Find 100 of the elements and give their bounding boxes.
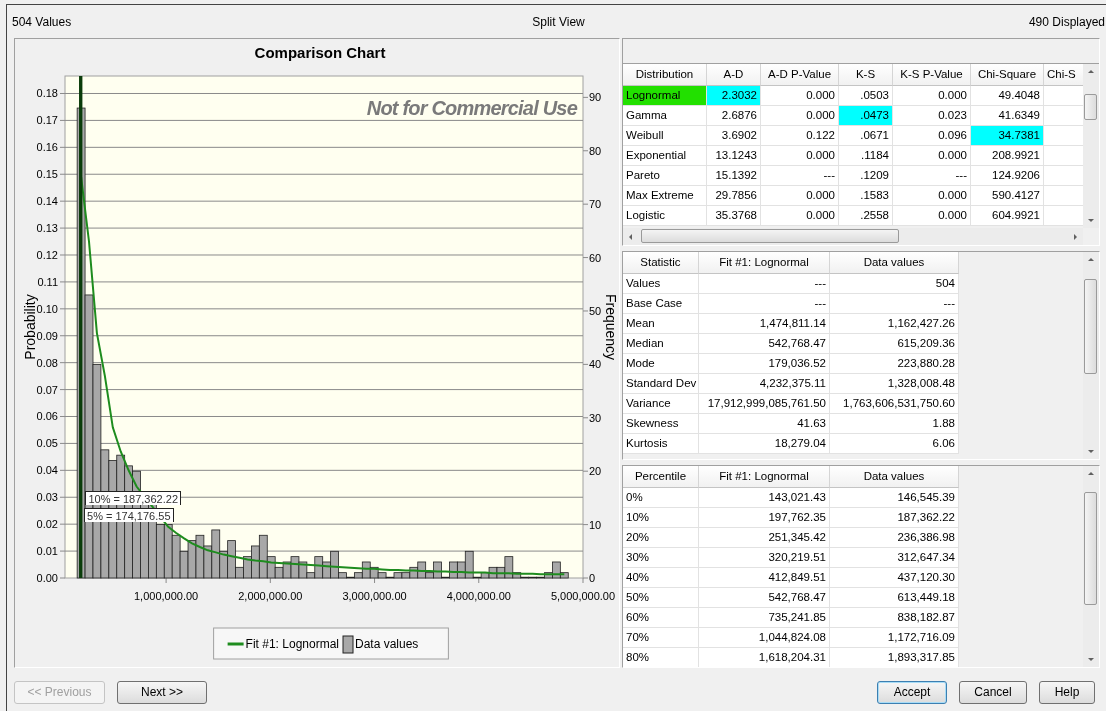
- row-label[interactable]: Exponential: [623, 146, 707, 166]
- table-cell: 197,762.35: [699, 508, 830, 528]
- table-cell: 0.000: [761, 106, 839, 126]
- histogram-bar: [282, 561, 292, 579]
- table-cell: 0.000: [893, 206, 971, 226]
- row-label: Mode: [623, 354, 699, 374]
- vertical-scrollbar[interactable]: [1083, 466, 1099, 667]
- row-label: Variance: [623, 394, 699, 414]
- row-label[interactable]: Logistic: [623, 206, 707, 226]
- column-header[interactable]: Fit #1: Lognormal: [699, 252, 830, 274]
- row-label[interactable]: Max Extreme: [623, 186, 707, 206]
- column-header[interactable]: A-D: [707, 64, 761, 86]
- column-header[interactable]: Chi-Square: [971, 64, 1044, 86]
- table-cell: 41.63: [699, 414, 830, 434]
- table-cell: 208.9921: [971, 146, 1044, 166]
- axis-tick-label: 0.06: [36, 410, 58, 423]
- table-cell: 0.023: [893, 106, 971, 126]
- axis-tick-label: 80: [589, 144, 602, 157]
- table-cell: 615,209.36: [830, 334, 959, 354]
- scroll-down-icon[interactable]: [1088, 219, 1094, 222]
- column-header[interactable]: Data values: [830, 252, 959, 274]
- table-cell: ---: [699, 294, 830, 314]
- table-cell: 41.6349: [971, 106, 1044, 126]
- column-header[interactable]: Fit #1: Lognormal: [699, 466, 830, 488]
- scrollbar-thumb[interactable]: [641, 229, 899, 243]
- table-cell: .1209: [839, 166, 893, 186]
- row-label: Mean: [623, 314, 699, 334]
- row-label[interactable]: Pareto: [623, 166, 707, 186]
- column-header[interactable]: Percentile: [623, 466, 699, 488]
- table-cell: 146,545.39: [830, 488, 959, 508]
- table-cell: 17,912,999,085,761.50: [699, 394, 830, 414]
- table-cell: 251,345.42: [699, 528, 830, 548]
- axis-tick-label: 0.03: [36, 491, 58, 504]
- axis-tick-label: 10: [589, 518, 602, 531]
- table-cell: 0.000: [761, 206, 839, 226]
- axis-tick-label: 0.10: [36, 302, 58, 315]
- table-cell: 590.4127: [971, 186, 1044, 206]
- table-cell: .2558: [839, 206, 893, 226]
- table-cell: 312,647.34: [830, 548, 959, 568]
- dialog-button[interactable]: Accept: [877, 680, 947, 704]
- column-header[interactable]: K-S: [839, 64, 893, 86]
- horizontal-scrollbar[interactable]: [623, 228, 1083, 245]
- column-header[interactable]: Statistic: [623, 252, 699, 274]
- scroll-right-icon[interactable]: [1074, 233, 1077, 240]
- vertical-scrollbar[interactable]: [1083, 252, 1099, 459]
- column-header[interactable]: Chi-S: [1044, 64, 1083, 86]
- scrollbar-thumb[interactable]: [1084, 94, 1097, 120]
- scrollbar-thumb[interactable]: [1084, 279, 1097, 374]
- axis-tick-label: 90: [589, 91, 602, 104]
- view-label: Split View: [532, 14, 585, 29]
- column-header[interactable]: Distribution: [623, 64, 707, 86]
- table-cell: 542,768.47: [699, 588, 830, 608]
- table-cell: 1.88: [830, 414, 959, 434]
- row-label: Standard Dev: [623, 374, 699, 394]
- legend-line-icon: [227, 642, 244, 646]
- table-cell: 0.000: [761, 186, 839, 206]
- axis-title: Probability: [22, 294, 38, 360]
- axis-tick-label: 0.05: [36, 437, 58, 450]
- legend-label: Fit #1: Lognormal: [245, 637, 339, 651]
- table-cell: 2.3032: [707, 86, 761, 106]
- axis-tick-label: 50: [589, 305, 602, 317]
- table-cell: .0671: [839, 126, 893, 146]
- row-label: 10%: [623, 508, 699, 528]
- column-header[interactable]: A-D P-Value: [761, 64, 839, 86]
- column-header[interactable]: K-S P-Value: [893, 64, 971, 86]
- nav-button[interactable]: Next >>: [117, 680, 207, 704]
- axis-tick-label: 0.18: [36, 87, 58, 100]
- legend-label: Data values: [355, 637, 419, 651]
- scroll-up-icon[interactable]: [1088, 472, 1094, 475]
- column-header[interactable]: Data values: [830, 466, 959, 488]
- row-label: Median: [623, 334, 699, 354]
- value-count: 504 Values: [12, 14, 73, 29]
- scroll-up-icon[interactable]: [1088, 70, 1094, 73]
- table-cell: 124.9206: [971, 166, 1044, 186]
- row-label[interactable]: Lognormal: [623, 86, 707, 106]
- table-cell: 187,362.22: [830, 508, 959, 528]
- table-cell: 15.1392: [707, 166, 761, 186]
- axis-tick-label: 0.01: [36, 545, 58, 558]
- dialog-button[interactable]: Cancel: [959, 680, 1027, 704]
- dialog-button[interactable]: Help: [1039, 680, 1095, 704]
- table-cell: ---: [761, 166, 839, 186]
- axis-tick-label: 0.08: [36, 356, 58, 369]
- scroll-left-icon[interactable]: [629, 233, 632, 240]
- scrollbar-thumb[interactable]: [1084, 492, 1097, 605]
- scroll-down-icon[interactable]: [1088, 658, 1094, 661]
- row-label[interactable]: Weibull: [623, 126, 707, 146]
- table-cell: 2.6876: [707, 106, 761, 126]
- scroll-up-icon[interactable]: [1088, 258, 1094, 261]
- axis-tick-label: 0.16: [36, 141, 58, 154]
- scroll-down-icon[interactable]: [1088, 450, 1094, 453]
- axis-title: Frequency: [603, 293, 619, 361]
- table-cell: .0473: [839, 106, 893, 126]
- table-cell: 4,232,375.11: [699, 374, 830, 394]
- axis-tick-label: 0.07: [36, 383, 58, 396]
- histogram-bar: [290, 556, 300, 579]
- vertical-scrollbar[interactable]: [1083, 64, 1099, 228]
- row-label: 80%: [623, 648, 699, 667]
- axis-tick-label: 30: [589, 411, 602, 424]
- row-label[interactable]: Gamma: [623, 106, 707, 126]
- table-cell: 0.122: [761, 126, 839, 146]
